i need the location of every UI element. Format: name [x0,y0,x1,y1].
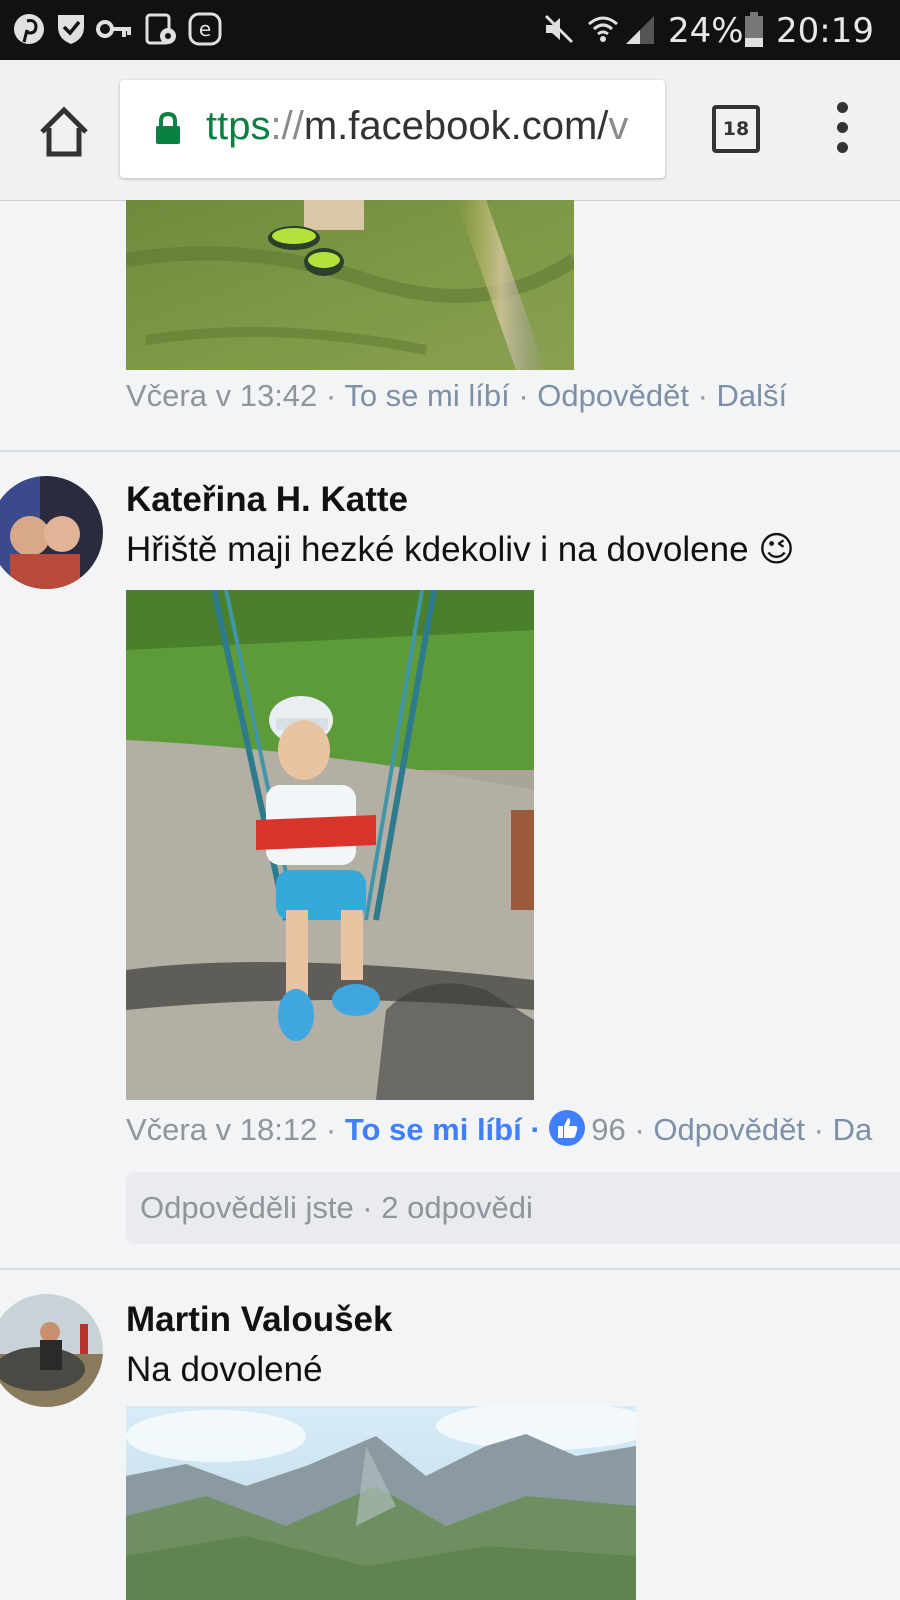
url-scheme: ttps [206,104,271,148]
tab-switcher-button[interactable]: 18 [712,105,760,153]
divider [0,450,900,452]
overflow-menu-icon[interactable] [830,102,854,158]
screen-capture-icon [145,13,176,45]
mute-icon [544,14,574,44]
like-thumb-icon [549,1110,586,1146]
replies-summary[interactable]: Odpověděli jste · 2 odpovědi [126,1172,900,1244]
address-bar[interactable]: ttps://m.facebook.com/v [120,80,665,178]
url-text: ttps://m.facebook.com/v [206,104,628,149]
like-link[interactable]: To se mi líbí [345,1112,522,1147]
lock-icon [156,112,180,144]
comment-meta: Včera v 13:42 · To se mi líbí · Odpovědě… [126,378,788,413]
wink-emoji: 😉 [758,530,795,570]
like-link[interactable]: To se mi líbí [344,378,509,413]
battery-icon [745,12,763,47]
comment-author[interactable]: Martin Valoušek [126,1300,392,1340]
reply-link[interactable]: Odpovědět [653,1112,805,1147]
comment-text: Na dovolené [126,1350,323,1389]
clock: 20:19 [776,11,874,51]
comment-text: Hřiště maji hezké kdekoliv i na dovolene… [126,530,795,570]
battery-percent: 24% [668,11,744,51]
more-link[interactable]: Další [717,378,788,413]
comment-photo[interactable] [126,1406,636,1600]
url-separator: :// [270,104,304,148]
like-count[interactable]: 96 [591,1112,625,1147]
comment-photo[interactable] [126,200,574,370]
url-trailing: v [608,104,629,148]
pinterest-icon [14,14,44,44]
comment: Martin Valoušek Na dovolené [0,1290,900,1600]
avatar[interactable] [0,476,103,589]
avatar[interactable] [0,1294,103,1407]
svg-text:e: e [199,17,211,41]
browser-toolbar: ttps://m.facebook.com/v 18 [0,60,900,201]
signal-icon [626,16,654,44]
key-icon [96,20,131,38]
comment: Včera v 13:42 · To se mi líbí · Odpovědě… [0,200,900,445]
comment-author[interactable]: Kateřina H. Katte [126,480,408,520]
comment-time[interactable]: Včera v 13:42 [126,378,317,413]
e-app-icon: e [188,12,222,46]
more-link[interactable]: Da [833,1112,873,1147]
url-host: m.facebook.com/ [303,104,609,148]
comment-photo[interactable] [126,590,534,1100]
home-icon[interactable] [34,102,94,162]
wifi-icon [588,16,618,42]
status-bar: e 24% 20:19 [0,0,900,60]
comment-meta: Včera v 18:12 · To se mi líbí · 96 · Odp… [126,1110,873,1147]
comment-time[interactable]: Včera v 18:12 [126,1112,317,1147]
shield-icon [58,15,84,44]
reply-link[interactable]: Odpovědět [537,378,689,413]
comment: Kateřina H. Katte Hřiště maji hezké kdek… [0,470,900,1270]
divider [0,1268,900,1270]
